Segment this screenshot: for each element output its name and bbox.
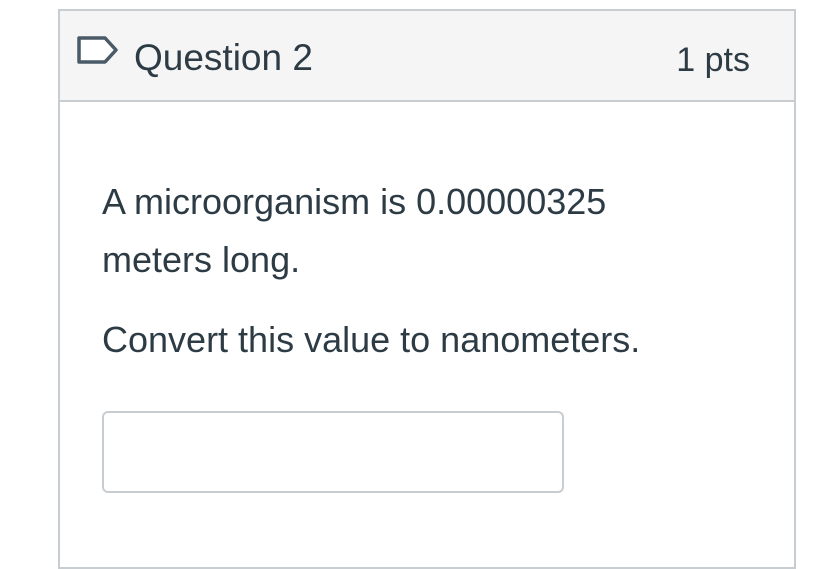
- question-instruction: Convert this value to nanometers.: [102, 319, 641, 360]
- question-body: A microorganism is 0.00000325 meters lon…: [102, 173, 722, 369]
- question-text: A microorganism is 0.00000325 meters lon…: [102, 181, 607, 280]
- flag-question-icon[interactable]: [76, 35, 120, 65]
- answer-input[interactable]: [102, 411, 564, 493]
- question-card: Question 2 1 pts A microorganism is 0.00…: [58, 9, 796, 569]
- question-points: 1 pts: [676, 41, 750, 79]
- question-title: Question 2: [134, 37, 313, 78]
- question-header: Question 2 1 pts: [60, 11, 794, 102]
